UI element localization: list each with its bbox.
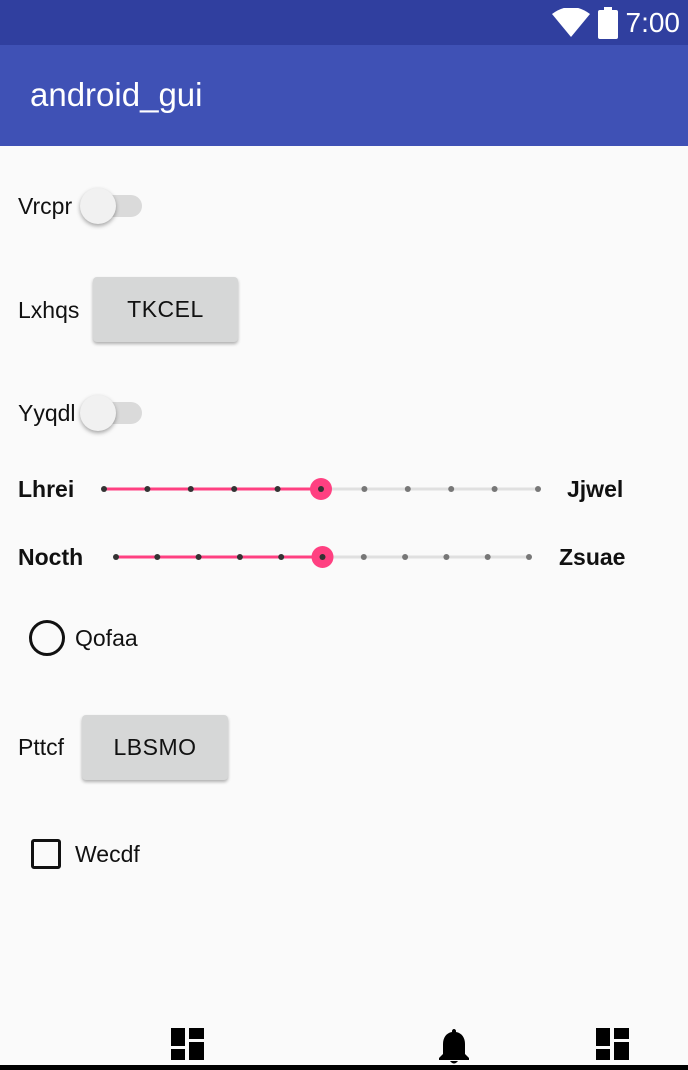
seekbar-thumb-tick — [318, 486, 324, 492]
seekbar-tick — [526, 554, 532, 560]
switch-thumb — [80, 395, 116, 431]
app-bar: android_gui — [0, 45, 688, 146]
seekbar-tick — [236, 554, 243, 560]
notifications-icon[interactable] — [438, 1028, 470, 1064]
seekbar-tick — [231, 486, 238, 492]
seekbar-tick — [144, 486, 151, 492]
checkbox-label-wecdf: Wecdf — [75, 841, 140, 867]
seekbar-tick — [154, 554, 161, 560]
status-bar: 7:00 — [0, 0, 688, 45]
slider-right-label-jjwel: Jjwel — [567, 476, 624, 502]
seekbar-tick — [187, 486, 194, 492]
switch-thumb — [80, 188, 116, 224]
lbsmo-button[interactable]: LBSMO — [82, 715, 228, 780]
seekbar-lhrei[interactable] — [101, 469, 541, 509]
seekbar-tick — [113, 554, 119, 560]
seekbar-tick — [195, 554, 202, 560]
radio-qofaa[interactable] — [29, 620, 65, 656]
slider-left-label-nocth: Nocth — [18, 544, 84, 570]
slider-left-label-lhrei: Lhrei — [18, 476, 75, 502]
seekbar-tick — [484, 554, 491, 560]
nav-divider — [0, 1065, 688, 1070]
seekbar-graphic — [101, 478, 541, 500]
seekbar-thumb-tick — [319, 554, 326, 560]
seekbar-tick — [443, 554, 450, 560]
seekbar-tick — [278, 554, 285, 560]
switch-label-vrcpr: Vrcpr — [18, 193, 73, 219]
switch-yyqdl[interactable] — [80, 391, 144, 435]
wifi-icon — [551, 8, 590, 37]
battery-icon — [597, 7, 618, 39]
seekbar-tick — [361, 486, 368, 492]
radio-label-qofaa: Qofaa — [75, 625, 138, 651]
app-title: android_gui — [30, 76, 203, 113]
seekbar-tick — [448, 486, 455, 492]
status-time: 7:00 — [625, 7, 681, 38]
dashboard-icon[interactable] — [171, 1028, 204, 1060]
dashboard-icon[interactable] — [596, 1028, 629, 1060]
button-label-lxhqs: Lxhqs — [18, 297, 80, 323]
seekbar-nocth[interactable] — [113, 537, 532, 577]
bottom-nav — [0, 1010, 688, 1070]
switch-vrcpr[interactable] — [80, 184, 144, 228]
checkbox-wecdf[interactable] — [31, 839, 61, 869]
seekbar-tick — [402, 554, 409, 560]
seekbar-tick — [274, 486, 281, 492]
seekbar-tick — [404, 486, 411, 492]
slider-right-label-zsuae: Zsuae — [559, 544, 626, 570]
seekbar-graphic — [113, 546, 532, 568]
tkcel-button[interactable]: TKCEL — [93, 277, 238, 342]
switch-label-yyqdl: Yyqdl — [18, 400, 76, 426]
button-label-pttcf: Pttcf — [18, 734, 65, 760]
seekbar-tick — [101, 486, 107, 492]
seekbar-tick — [535, 486, 541, 492]
seekbar-tick — [360, 554, 367, 560]
seekbar-tick — [491, 486, 498, 492]
status-icons: 7:00 — [551, 5, 681, 41]
